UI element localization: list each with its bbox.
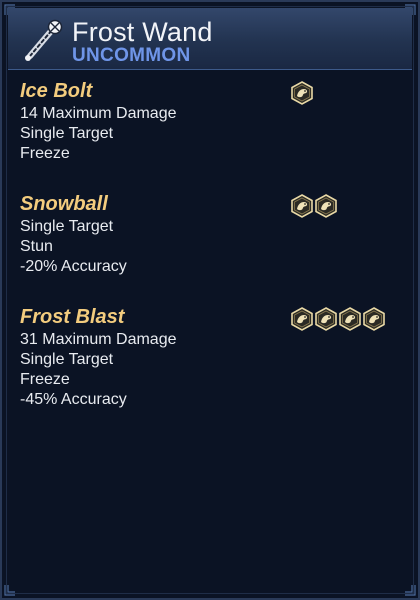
ability-stat: 14 Maximum Damage (20, 105, 177, 122)
action-point-icon (315, 307, 337, 331)
action-point-icon (291, 194, 313, 218)
ability-stat: -45% Accuracy (20, 391, 127, 408)
ability-stat: 31 Maximum Damage (20, 331, 177, 348)
frame-corner-ornament (4, 585, 15, 596)
ability-name: Ice Bolt (20, 80, 93, 102)
ability-stat: Stun (20, 238, 53, 255)
action-point-icon (291, 307, 313, 331)
ability-cost (290, 194, 338, 218)
ability-name: Snowball (20, 193, 108, 215)
ability-stat: Freeze (20, 145, 70, 162)
ability-entry[interactable]: Ice Bolt 14 Maximum Damage Single Target… (20, 78, 400, 191)
action-point-icon (291, 81, 313, 105)
action-point-icon (315, 194, 337, 218)
action-point-icon (363, 307, 385, 331)
item-name: Frost Wand (72, 17, 213, 47)
frame-corner-ornament (405, 585, 416, 596)
ability-entry[interactable]: Frost Blast 31 Maximum Damage Single Tar… (20, 304, 400, 424)
ability-stat: Single Target (20, 218, 114, 235)
action-point-icon (339, 307, 361, 331)
wand-icon (25, 19, 63, 61)
item-tooltip-card: Frost Wand UNCOMMON Ice Bolt 14 Maximum … (0, 0, 420, 600)
item-header: Frost Wand UNCOMMON (8, 8, 412, 70)
ability-stat: -20% Accuracy (20, 258, 127, 275)
ability-stat: Freeze (20, 371, 70, 388)
ability-cost (290, 81, 314, 105)
ability-entry[interactable]: Snowball Single Target Stun -20% Accurac… (20, 191, 400, 304)
item-rarity: UNCOMMON (72, 45, 191, 66)
ability-stat: Single Target (20, 125, 114, 142)
ability-list: Ice Bolt 14 Maximum Damage Single Target… (20, 78, 400, 424)
ability-cost (290, 307, 386, 331)
ability-stat: Single Target (20, 351, 114, 368)
